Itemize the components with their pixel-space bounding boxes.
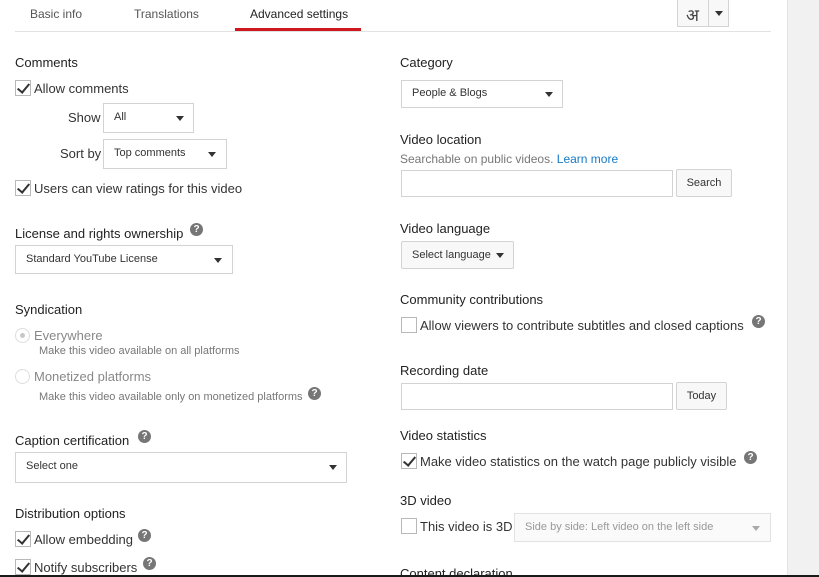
show-select[interactable]: All	[103, 103, 194, 133]
license-heading: License and rights ownership	[15, 226, 184, 241]
license-select-value: Standard YouTube License	[26, 253, 158, 265]
allow-comments-label: Allow comments	[34, 81, 129, 96]
video-location-heading: Video location	[400, 132, 482, 147]
notify-subscribers-label: Notify subscribers	[34, 560, 138, 575]
help-icon[interactable]: ?	[138, 529, 151, 542]
chevron-down-icon	[208, 152, 216, 157]
sort-by-select-value: Top comments	[114, 147, 186, 159]
today-button[interactable]: Today	[676, 382, 727, 410]
language-menu-button[interactable]: अ	[677, 0, 729, 27]
allow-embedding-checkbox[interactable]	[15, 531, 31, 547]
3d-video-label: This video is 3D	[420, 519, 513, 534]
allow-embedding-label: Allow embedding	[34, 532, 134, 547]
recording-date-heading: Recording date	[400, 363, 489, 378]
select-language-label: Select language	[412, 249, 491, 261]
3d-video-checkbox[interactable]	[401, 518, 417, 534]
language-button-divider	[708, 0, 709, 26]
chevron-down-icon	[176, 116, 184, 121]
chevron-down-icon	[214, 258, 222, 263]
monetized-platforms-description: Make this video available only on moneti…	[39, 391, 303, 403]
language-glyph-icon: अ	[686, 6, 699, 26]
allow-comments-checkbox[interactable]	[15, 80, 31, 96]
tab-advanced-settings[interactable]: Advanced settings	[250, 7, 348, 21]
tab-translations[interactable]: Translations	[134, 7, 199, 21]
select-language-button[interactable]: Select language	[401, 241, 514, 269]
monetized-platforms-label: Monetized platforms	[34, 369, 152, 384]
chevron-down-icon	[752, 526, 760, 531]
community-contributions-label: Allow viewers to contribute subtitles an…	[420, 318, 744, 333]
video-location-desc-text: Searchable on public videos.	[400, 152, 554, 166]
learn-more-link[interactable]: Learn more	[557, 152, 618, 166]
video-language-heading: Video language	[400, 221, 491, 236]
help-icon[interactable]: ?	[752, 315, 765, 328]
category-select[interactable]: People & Blogs	[401, 80, 563, 108]
help-icon[interactable]: ?	[308, 387, 321, 400]
help-icon[interactable]: ?	[744, 451, 757, 464]
syndication-heading: Syndication	[15, 302, 83, 317]
chevron-down-icon	[545, 92, 553, 97]
caption-certification-heading: Caption certification	[15, 433, 130, 448]
video-statistics-label: Make video statistics on the watch page …	[420, 454, 737, 469]
help-icon[interactable]: ?	[190, 223, 203, 236]
everywhere-label: Everywhere	[34, 328, 103, 343]
everywhere-radio[interactable]	[15, 328, 30, 343]
category-heading: Category	[400, 55, 453, 70]
tabs-divider	[15, 31, 771, 32]
help-icon[interactable]: ?	[143, 557, 156, 570]
community-contributions-checkbox[interactable]	[401, 317, 417, 333]
3d-video-heading: 3D video	[400, 493, 452, 508]
video-statistics-heading: Video statistics	[400, 428, 487, 443]
video-statistics-checkbox[interactable]	[401, 453, 417, 469]
notify-subscribers-checkbox[interactable]	[15, 559, 31, 575]
recording-date-input[interactable]	[401, 383, 673, 410]
category-select-value: People & Blogs	[412, 87, 488, 99]
distribution-options-heading: Distribution options	[15, 506, 126, 521]
show-select-value: All	[114, 111, 127, 123]
show-label: Show	[68, 110, 101, 125]
everywhere-description: Make this video available on all platfor…	[39, 345, 240, 357]
video-location-description: Searchable on public videos. Learn more	[400, 152, 618, 166]
sort-by-select[interactable]: Top comments	[103, 139, 227, 169]
3d-format-select-value: Side by side: Left video on the left sid…	[525, 521, 714, 533]
tab-basic-info[interactable]: Basic info	[30, 7, 82, 21]
view-ratings-label: Users can view ratings for this video	[34, 181, 243, 196]
caption-certification-select[interactable]: Select one	[15, 452, 347, 483]
monetized-platforms-radio[interactable]	[15, 369, 30, 384]
chevron-down-icon	[715, 11, 723, 16]
sort-by-label: Sort by	[60, 146, 102, 161]
comments-heading: Comments	[15, 55, 78, 70]
3d-format-select[interactable]: Side by side: Left video on the left sid…	[514, 513, 771, 542]
caption-certification-value: Select one	[26, 460, 78, 472]
video-location-input[interactable]	[401, 170, 673, 197]
help-icon[interactable]: ?	[138, 430, 151, 443]
chevron-down-icon	[329, 465, 337, 470]
search-button[interactable]: Search	[676, 169, 732, 197]
page-right-margin	[787, 0, 819, 577]
view-ratings-checkbox[interactable]	[15, 180, 31, 196]
community-contributions-heading: Community contributions	[400, 292, 544, 307]
license-select[interactable]: Standard YouTube License	[15, 245, 233, 274]
chevron-down-icon	[496, 253, 504, 258]
